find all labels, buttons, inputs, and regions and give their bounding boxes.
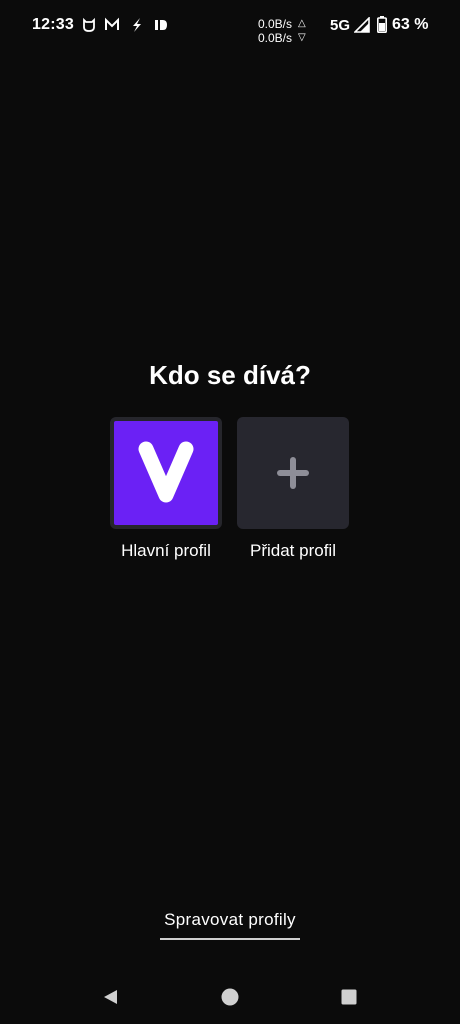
upload-speed: 0.0B/s: [258, 17, 293, 31]
home-icon[interactable]: [221, 988, 239, 1006]
status-bar: 12:33 0.0B/s △ 0.0B/s ▽ 5G 63 %: [0, 0, 460, 52]
avatar[interactable]: [110, 417, 222, 529]
add-profile-button[interactable]: Přidat profil: [237, 417, 349, 561]
page-title: Kdo se dívá?: [149, 360, 311, 390]
bolt-icon: [133, 18, 141, 32]
download-arrow-icon: ▽: [298, 32, 306, 43]
profile-label: Hlavní profil: [121, 541, 211, 560]
xiaomi-icon: [83, 17, 95, 32]
gmail-icon: [105, 17, 119, 30]
network-type: 5G: [330, 17, 351, 34]
battery-icon: [377, 16, 387, 33]
profile-main[interactable]: Hlavní profil: [110, 417, 222, 561]
recents-icon[interactable]: [340, 988, 358, 1006]
battery-percent: 63 %: [392, 16, 429, 33]
download-speed: 0.0B/s: [258, 31, 293, 45]
manage-profiles-underline: [160, 938, 300, 940]
plus-icon: [277, 457, 309, 489]
v-logo-icon: [138, 441, 194, 503]
add-profile-label: Přidat profil: [250, 541, 336, 560]
navigation-bar: [0, 968, 460, 1024]
add-profile-tile[interactable]: [237, 417, 349, 529]
profile-list: Hlavní profil Přidat profil: [110, 417, 350, 567]
network-speed: 0.0B/s △ 0.0B/s ▽: [258, 17, 306, 45]
signal-icon: [354, 17, 370, 33]
app-id-icon: [155, 20, 167, 30]
back-icon[interactable]: [101, 988, 119, 1006]
manage-profiles-button[interactable]: Spravovat profily: [158, 910, 302, 939]
upload-arrow-icon: △: [298, 18, 306, 29]
status-time: 12:33: [32, 16, 74, 33]
